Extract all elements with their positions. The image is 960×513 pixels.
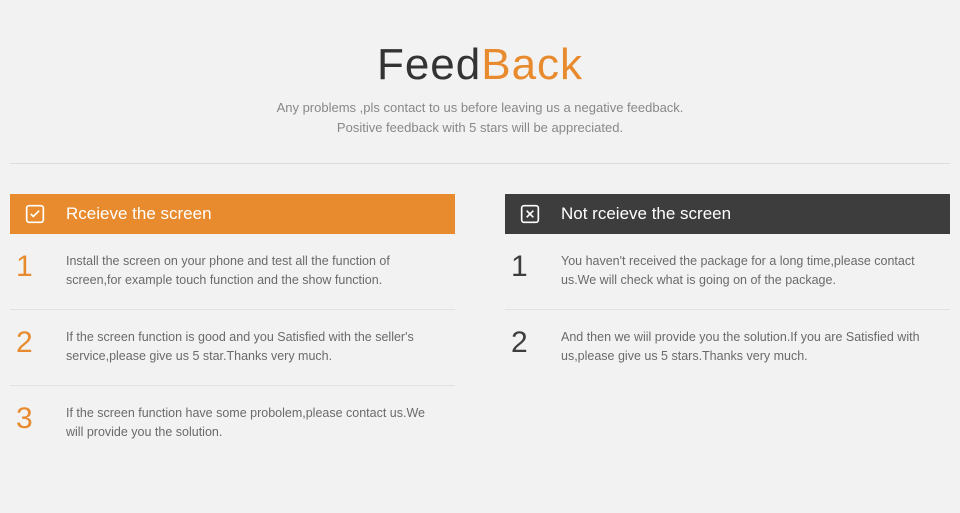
title-left: Feed: [377, 40, 481, 89]
column-heading-not-receive: Not rceieve the screen: [561, 204, 731, 224]
cross-icon: [519, 203, 541, 225]
step-number: 3: [16, 398, 66, 436]
step-number: 1: [511, 246, 561, 284]
list-item: 2 If the screen function is good and you…: [10, 310, 455, 386]
list-item: 1 You haven't received the package for a…: [505, 234, 950, 310]
column-heading-receive: Rceieve the screen: [66, 204, 212, 224]
step-number: 2: [16, 322, 66, 360]
column-header-receive: Rceieve the screen: [10, 194, 455, 234]
list-item: 3 If the screen function have some probo…: [10, 386, 455, 461]
step-text: If the screen function have some probole…: [66, 398, 445, 443]
columns: Rceieve the screen 1 Install the screen …: [10, 194, 950, 460]
title-right: Back: [481, 40, 583, 89]
column-header-not-receive: Not rceieve the screen: [505, 194, 950, 234]
step-text: If the screen function is good and you S…: [66, 322, 445, 367]
list-item: 2 And then we wiil provide you the solut…: [505, 310, 950, 385]
subtitle: Any problems ,pls contact to us before l…: [10, 98, 950, 137]
subtitle-line-2: Positive feedback with 5 stars will be a…: [10, 118, 950, 138]
step-text: You haven't received the package for a l…: [561, 246, 940, 291]
divider: [10, 163, 950, 164]
column-receive: Rceieve the screen 1 Install the screen …: [10, 194, 455, 460]
column-not-receive: Not rceieve the screen 1 You haven't rec…: [505, 194, 950, 460]
page-title: FeedBack: [10, 40, 950, 90]
step-text: And then we wiil provide you the solutio…: [561, 322, 940, 367]
subtitle-line-1: Any problems ,pls contact to us before l…: [10, 98, 950, 118]
step-number: 1: [16, 246, 66, 284]
step-text: Install the screen on your phone and tes…: [66, 246, 445, 291]
step-number: 2: [511, 322, 561, 360]
list-item: 1 Install the screen on your phone and t…: [10, 234, 455, 310]
check-icon: [24, 203, 46, 225]
